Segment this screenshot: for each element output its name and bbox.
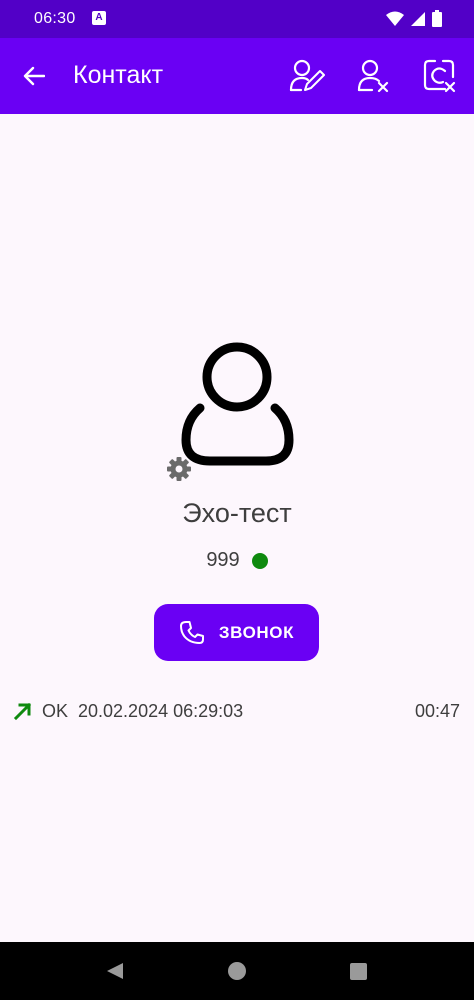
nav-back-icon[interactable] [106,962,124,980]
outgoing-call-arrow-icon [13,702,32,721]
arrow-back-icon [23,66,45,86]
edit-contact-button[interactable] [284,54,328,98]
contact-number-row: 999 [0,549,474,572]
page-title: Контакт [73,61,164,89]
gear-icon[interactable] [165,455,193,483]
remove-contact-button[interactable] [351,54,395,98]
status-icons [386,10,442,27]
contact-number: 999 [206,549,240,571]
call-datetime: 20.02.2024 06:29:03 [78,700,244,721]
battery-icon [432,10,442,27]
back-button[interactable] [16,58,52,94]
block-contact-button[interactable] [418,54,462,98]
call-duration: 00:47 [414,700,460,721]
call-button[interactable]: ЗВОНОК [154,604,319,661]
nav-recents-icon[interactable] [350,963,367,980]
notification-letter: A [95,12,103,23]
call-button-label: ЗВОНОК [218,622,295,642]
block-contact-icon [423,59,456,93]
app-bar: Контакт [0,38,474,114]
phone-icon [179,620,204,644]
notification-icon: A [92,11,106,25]
remove-contact-icon [357,59,389,93]
edit-contact-icon [289,59,325,92]
nav-home-icon[interactable] [228,962,246,980]
contact-name: Эхо-тест [182,498,292,528]
signal-icon [411,11,425,26]
status-time: 06:30 [34,10,76,27]
call-status: OK [42,700,69,721]
wifi-icon [386,11,404,26]
status-bar: 06:30 A [0,0,474,38]
system-nav-bar [0,942,474,1000]
person-outline-icon [181,342,294,466]
presence-indicator [251,552,268,569]
call-history-row[interactable]: OK 20.02.2024 06:29:03 00:47 [12,697,462,725]
